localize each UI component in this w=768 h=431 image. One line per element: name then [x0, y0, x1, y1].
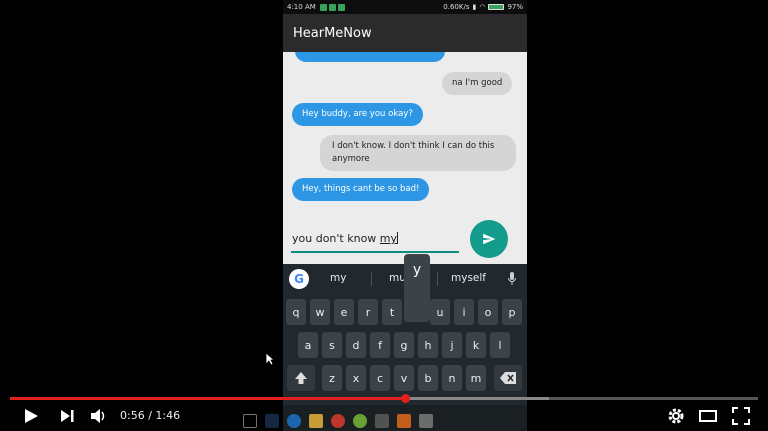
player-controls: 0:56 / 1:46	[0, 401, 768, 431]
key[interactable]: w	[310, 299, 330, 325]
key[interactable]: c	[370, 365, 390, 391]
shift-icon	[295, 372, 307, 384]
message-bubble: na I'm good	[442, 72, 513, 95]
input-underline	[291, 251, 459, 253]
key[interactable]: e	[334, 299, 354, 325]
next-icon[interactable]	[58, 407, 76, 425]
progress-played	[10, 397, 405, 400]
key[interactable]: r	[358, 299, 378, 325]
notification-icon	[337, 3, 345, 11]
key-preview-popup: y	[404, 254, 430, 322]
key[interactable]: f	[370, 332, 390, 358]
key[interactable]: z	[322, 365, 342, 391]
battery-icon	[488, 4, 505, 10]
mouse-cursor-icon	[265, 352, 275, 366]
key[interactable]: j	[442, 332, 462, 358]
notification-icon	[328, 3, 336, 11]
key[interactable]: h	[418, 332, 438, 358]
time-display: 0:56 / 1:46	[120, 409, 181, 422]
volume-icon[interactable]	[89, 407, 107, 425]
chat-list[interactable]: na I'm good Hey buddy, are you okay? I d…	[283, 52, 527, 212]
key[interactable]: o	[478, 299, 498, 325]
mic-icon[interactable]	[508, 272, 516, 286]
wifi-icon: ◠	[479, 3, 486, 11]
google-icon[interactable]: G	[289, 269, 309, 289]
key[interactable]: g	[394, 332, 414, 358]
divider	[437, 272, 438, 286]
battery-percent: 97%	[507, 3, 523, 11]
message-bubble: I don't know. I don't think I can do thi…	[320, 135, 516, 171]
key[interactable]: t	[382, 299, 402, 325]
key[interactable]: u	[430, 299, 450, 325]
key[interactable]: n	[442, 365, 462, 391]
app-bar: HearMeNow	[283, 14, 527, 52]
message-bubble: Hey buddy, are you okay?	[292, 103, 423, 126]
message-bubble: Hey, things cant be so bad!	[292, 178, 430, 201]
suggestion[interactable]: myself	[451, 272, 486, 284]
key[interactable]: x	[346, 365, 366, 391]
key[interactable]: l	[490, 332, 510, 358]
backspace-icon	[500, 372, 516, 384]
send-button[interactable]	[470, 220, 508, 258]
fullscreen-icon[interactable]	[732, 407, 750, 425]
phone-screen: 4:10 AM 0.60K/s ▮ ◠ 97% HearMeNow na I'm…	[283, 0, 527, 431]
video-frame[interactable]: 4:10 AM 0.60K/s ▮ ◠ 97% HearMeNow na I'm…	[0, 0, 768, 431]
divider	[371, 272, 372, 286]
key[interactable]: i	[454, 299, 474, 325]
key[interactable]: v	[394, 365, 414, 391]
send-icon	[483, 233, 496, 245]
play-icon[interactable]	[22, 407, 40, 425]
key[interactable]: m	[466, 365, 486, 391]
key[interactable]: b	[418, 365, 438, 391]
key[interactable]: d	[346, 332, 366, 358]
message-input[interactable]: you don't know my	[292, 232, 399, 245]
key[interactable]: q	[286, 299, 306, 325]
settings-gear-icon[interactable]	[667, 407, 685, 425]
app-title: HearMeNow	[293, 25, 372, 41]
shift-key[interactable]	[287, 365, 315, 391]
key[interactable]: s	[322, 332, 342, 358]
key[interactable]: a	[298, 332, 318, 358]
backspace-key[interactable]	[494, 365, 522, 391]
suggestion[interactable]: my	[330, 272, 346, 284]
message-bubble-partial	[295, 52, 445, 62]
theater-mode-icon[interactable]	[699, 407, 717, 425]
progress-bar[interactable]	[10, 394, 758, 403]
notification-icon	[319, 3, 327, 11]
status-bar: 4:10 AM 0.60K/s ▮ ◠ 97%	[283, 0, 527, 14]
key[interactable]: k	[466, 332, 486, 358]
signal-icon: ▮	[472, 3, 477, 11]
network-speed: 0.60K/s	[443, 3, 470, 11]
status-time: 4:10 AM	[287, 3, 316, 11]
key[interactable]: p	[502, 299, 522, 325]
